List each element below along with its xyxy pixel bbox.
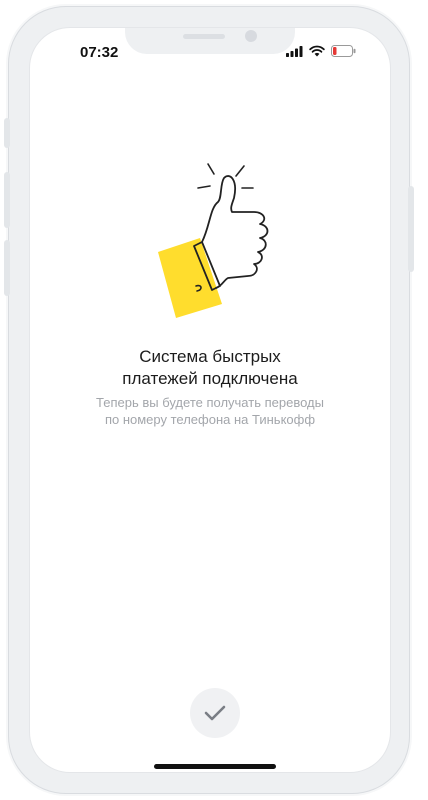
battery-low-icon [331, 45, 356, 57]
success-subtitle-line: Теперь вы будете получать переводы [96, 395, 324, 410]
wifi-icon [309, 45, 325, 57]
speaker [183, 34, 225, 39]
success-title-line: платежей подключена [122, 369, 298, 388]
power-button [408, 186, 414, 272]
success-subtitle-line: по номеру телефона на Тинькофф [104, 412, 316, 427]
home-indicator[interactable] [154, 764, 276, 769]
mute-switch [4, 118, 10, 148]
notch [125, 28, 295, 54]
status-time: 07:32 [80, 44, 119, 61]
status-icons [286, 45, 356, 57]
success-title: Система быстрых платежей подключена [30, 346, 390, 390]
screen: 07:32 Система быстрых платежей подключен… [30, 28, 390, 772]
done-button[interactable] [190, 688, 240, 738]
cellular-signal-icon [286, 45, 303, 57]
thumbs-up-icon [158, 163, 269, 318]
checkmark-icon [204, 705, 226, 721]
success-subtitle: Теперь вы будете получать переводы по но… [30, 394, 390, 428]
front-camera [245, 30, 257, 42]
volume-up-button [4, 172, 10, 228]
volume-down-button [4, 240, 10, 296]
success-title-line: Система быстрых [139, 347, 281, 366]
